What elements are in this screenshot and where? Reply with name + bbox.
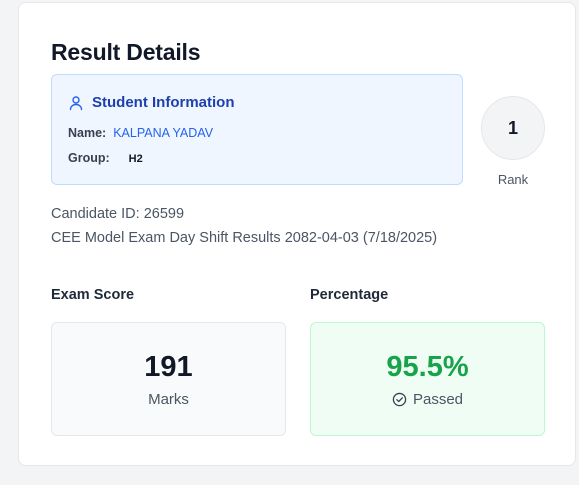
score-unit-text: Marks	[148, 391, 189, 408]
percentage-label: Percentage	[310, 287, 389, 303]
score-value: 191	[144, 351, 193, 383]
page-title: Result Details	[51, 39, 201, 65]
rank-label: Rank	[497, 172, 529, 187]
score-unit: Marks	[52, 391, 285, 408]
exam-score-box: 191 Marks	[51, 322, 286, 436]
percentage-value: 95.5%	[386, 351, 469, 383]
group-row: Group: H2	[68, 151, 143, 165]
name-label: Name:	[68, 126, 107, 140]
user-icon	[68, 95, 84, 111]
student-info-title: Student Information	[92, 94, 235, 111]
name-row: Name: KALPANA YADAV	[68, 126, 213, 140]
result-details-card: Result Details Student Information Name:…	[18, 2, 576, 466]
exam-title: CEE Model Exam Day Shift Results 2082-04…	[51, 230, 438, 246]
candidate-id: Candidate ID: 26599	[51, 206, 185, 222]
student-group: H2	[128, 153, 143, 165]
pass-status-text: Passed	[412, 391, 464, 408]
student-info-panel: Student Information Name: KALPANA YADAV …	[51, 74, 463, 185]
check-circle-icon	[392, 392, 407, 407]
pass-status: Passed	[311, 391, 544, 408]
percentage-box: 95.5% Passed	[310, 322, 545, 436]
group-label: Group:	[68, 151, 110, 165]
student-name: KALPANA YADAV	[113, 126, 214, 140]
exam-score-label: Exam Score	[51, 287, 135, 303]
rank-badge: 1	[481, 96, 545, 160]
student-info-header: Student Information	[68, 94, 235, 111]
